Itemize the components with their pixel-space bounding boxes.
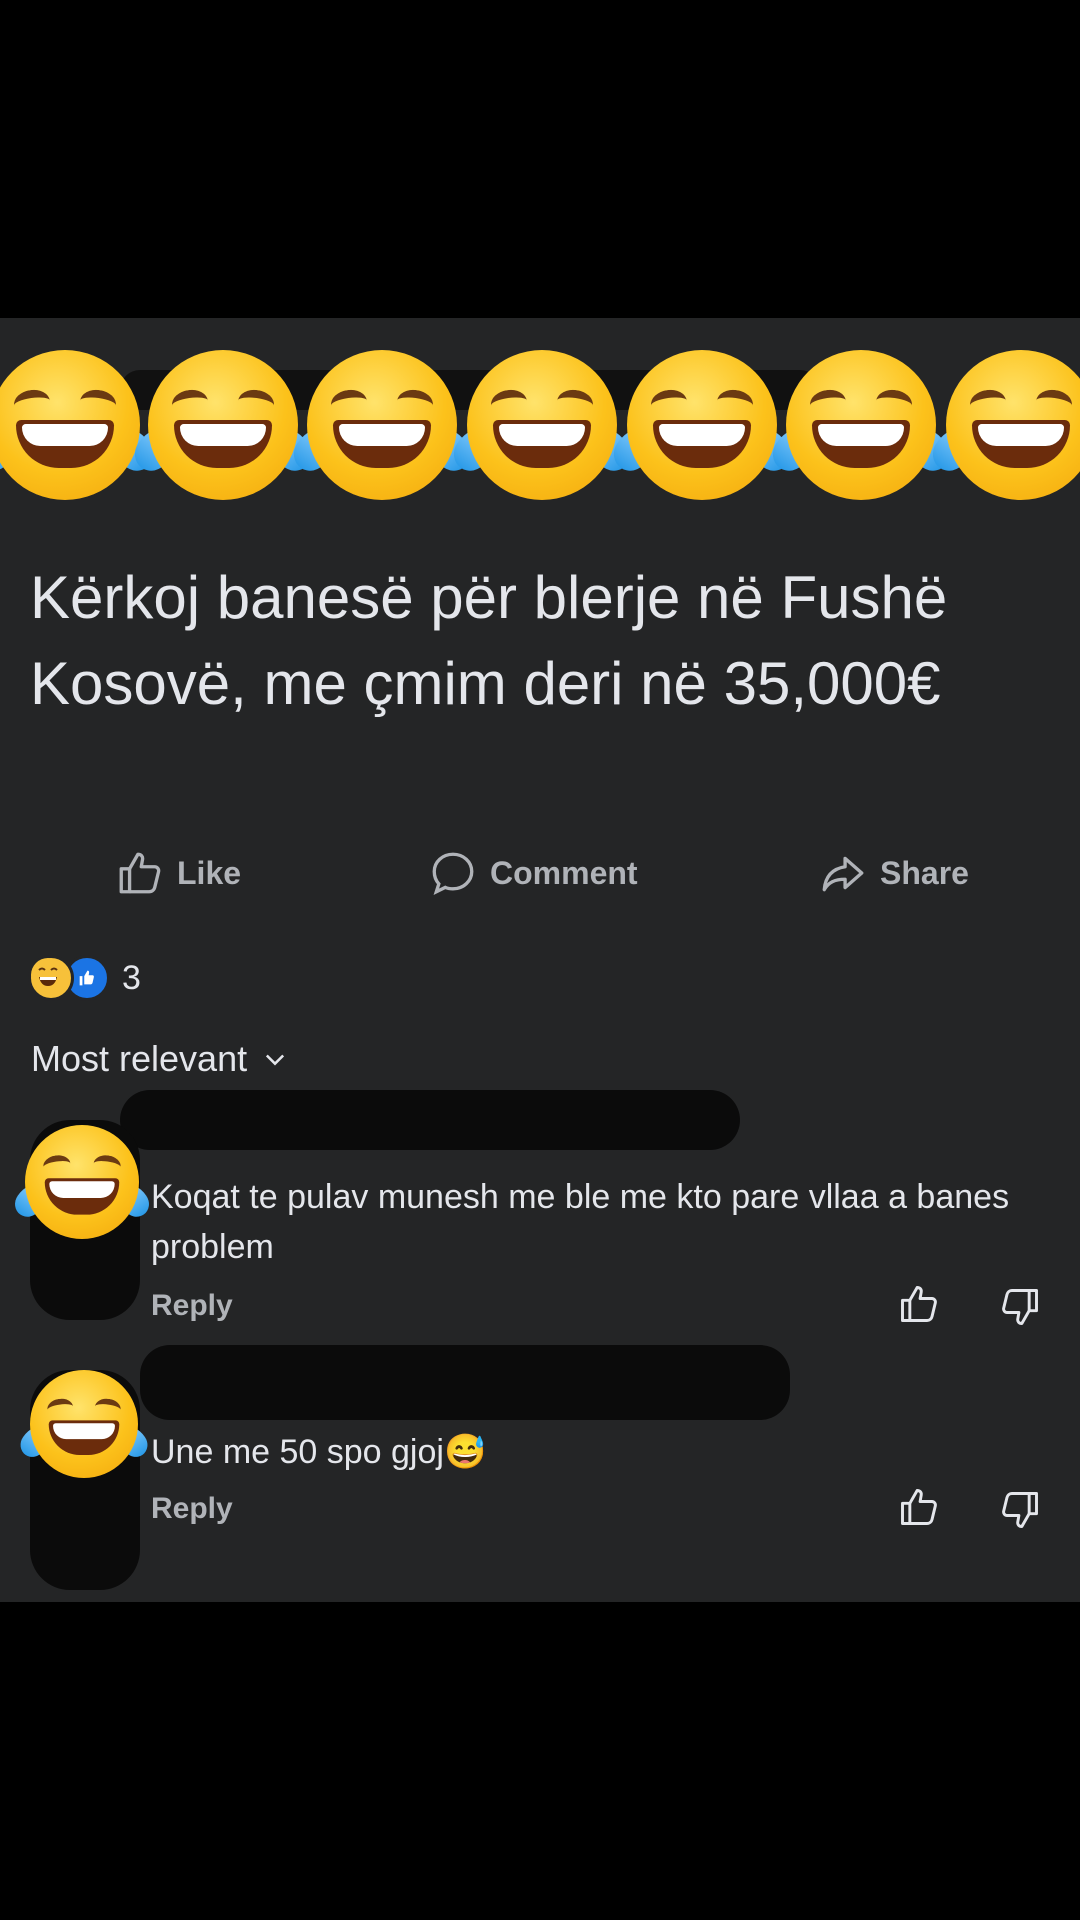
redacted-name [120, 1090, 740, 1150]
chevron-down-icon [266, 1054, 285, 1066]
laughing-emoji-icon [446, 350, 638, 500]
comment-label: Comment [490, 854, 638, 891]
like-button[interactable]: Like [115, 848, 241, 898]
reaction-count: 3 [122, 958, 141, 997]
thumbs-up-icon [119, 852, 161, 894]
share-button[interactable]: Share [818, 848, 969, 898]
comment-text: Une me 50 spo gjoj😅 [151, 1433, 487, 1471]
downvote-icon[interactable] [998, 1285, 1042, 1329]
laughing-emoji-icon [765, 350, 957, 500]
laughing-emoji-icon [925, 350, 1080, 500]
post-text: Kërkoj banesë për blerje në Fushë Kosovë… [30, 564, 948, 717]
share-label: Share [880, 854, 969, 891]
laughing-emoji-row [0, 350, 1080, 500]
laughing-emoji-icon [0, 350, 161, 500]
upvote-icon[interactable] [897, 1485, 941, 1529]
comment-button[interactable]: Comment [428, 848, 638, 898]
comment-text: Koqat te pulav munesh me ble me kto pare… [151, 1178, 1010, 1266]
laughing-emoji-icon [606, 350, 798, 500]
comment-sort-dropdown[interactable]: Most relevant [31, 1038, 289, 1080]
share-arrow-icon [822, 856, 864, 892]
like-label: Like [177, 854, 242, 891]
laughing-emoji-icon [15, 1370, 153, 1478]
grinning-sweat-icon [28, 955, 74, 1001]
laughing-emoji-icon [127, 350, 319, 500]
laughing-emoji-icon [286, 350, 478, 500]
sort-label: Most relevant [31, 1038, 248, 1079]
reply-button[interactable]: Reply [151, 1492, 233, 1526]
comment-bubble-icon [432, 852, 474, 895]
redacted-name [140, 1345, 790, 1420]
reply-button[interactable]: Reply [151, 1289, 233, 1323]
upvote-icon[interactable] [897, 1282, 941, 1326]
laughing-emoji-icon [9, 1125, 155, 1239]
reactions-summary[interactable]: 3 [28, 955, 141, 1001]
downvote-icon[interactable] [998, 1488, 1042, 1532]
